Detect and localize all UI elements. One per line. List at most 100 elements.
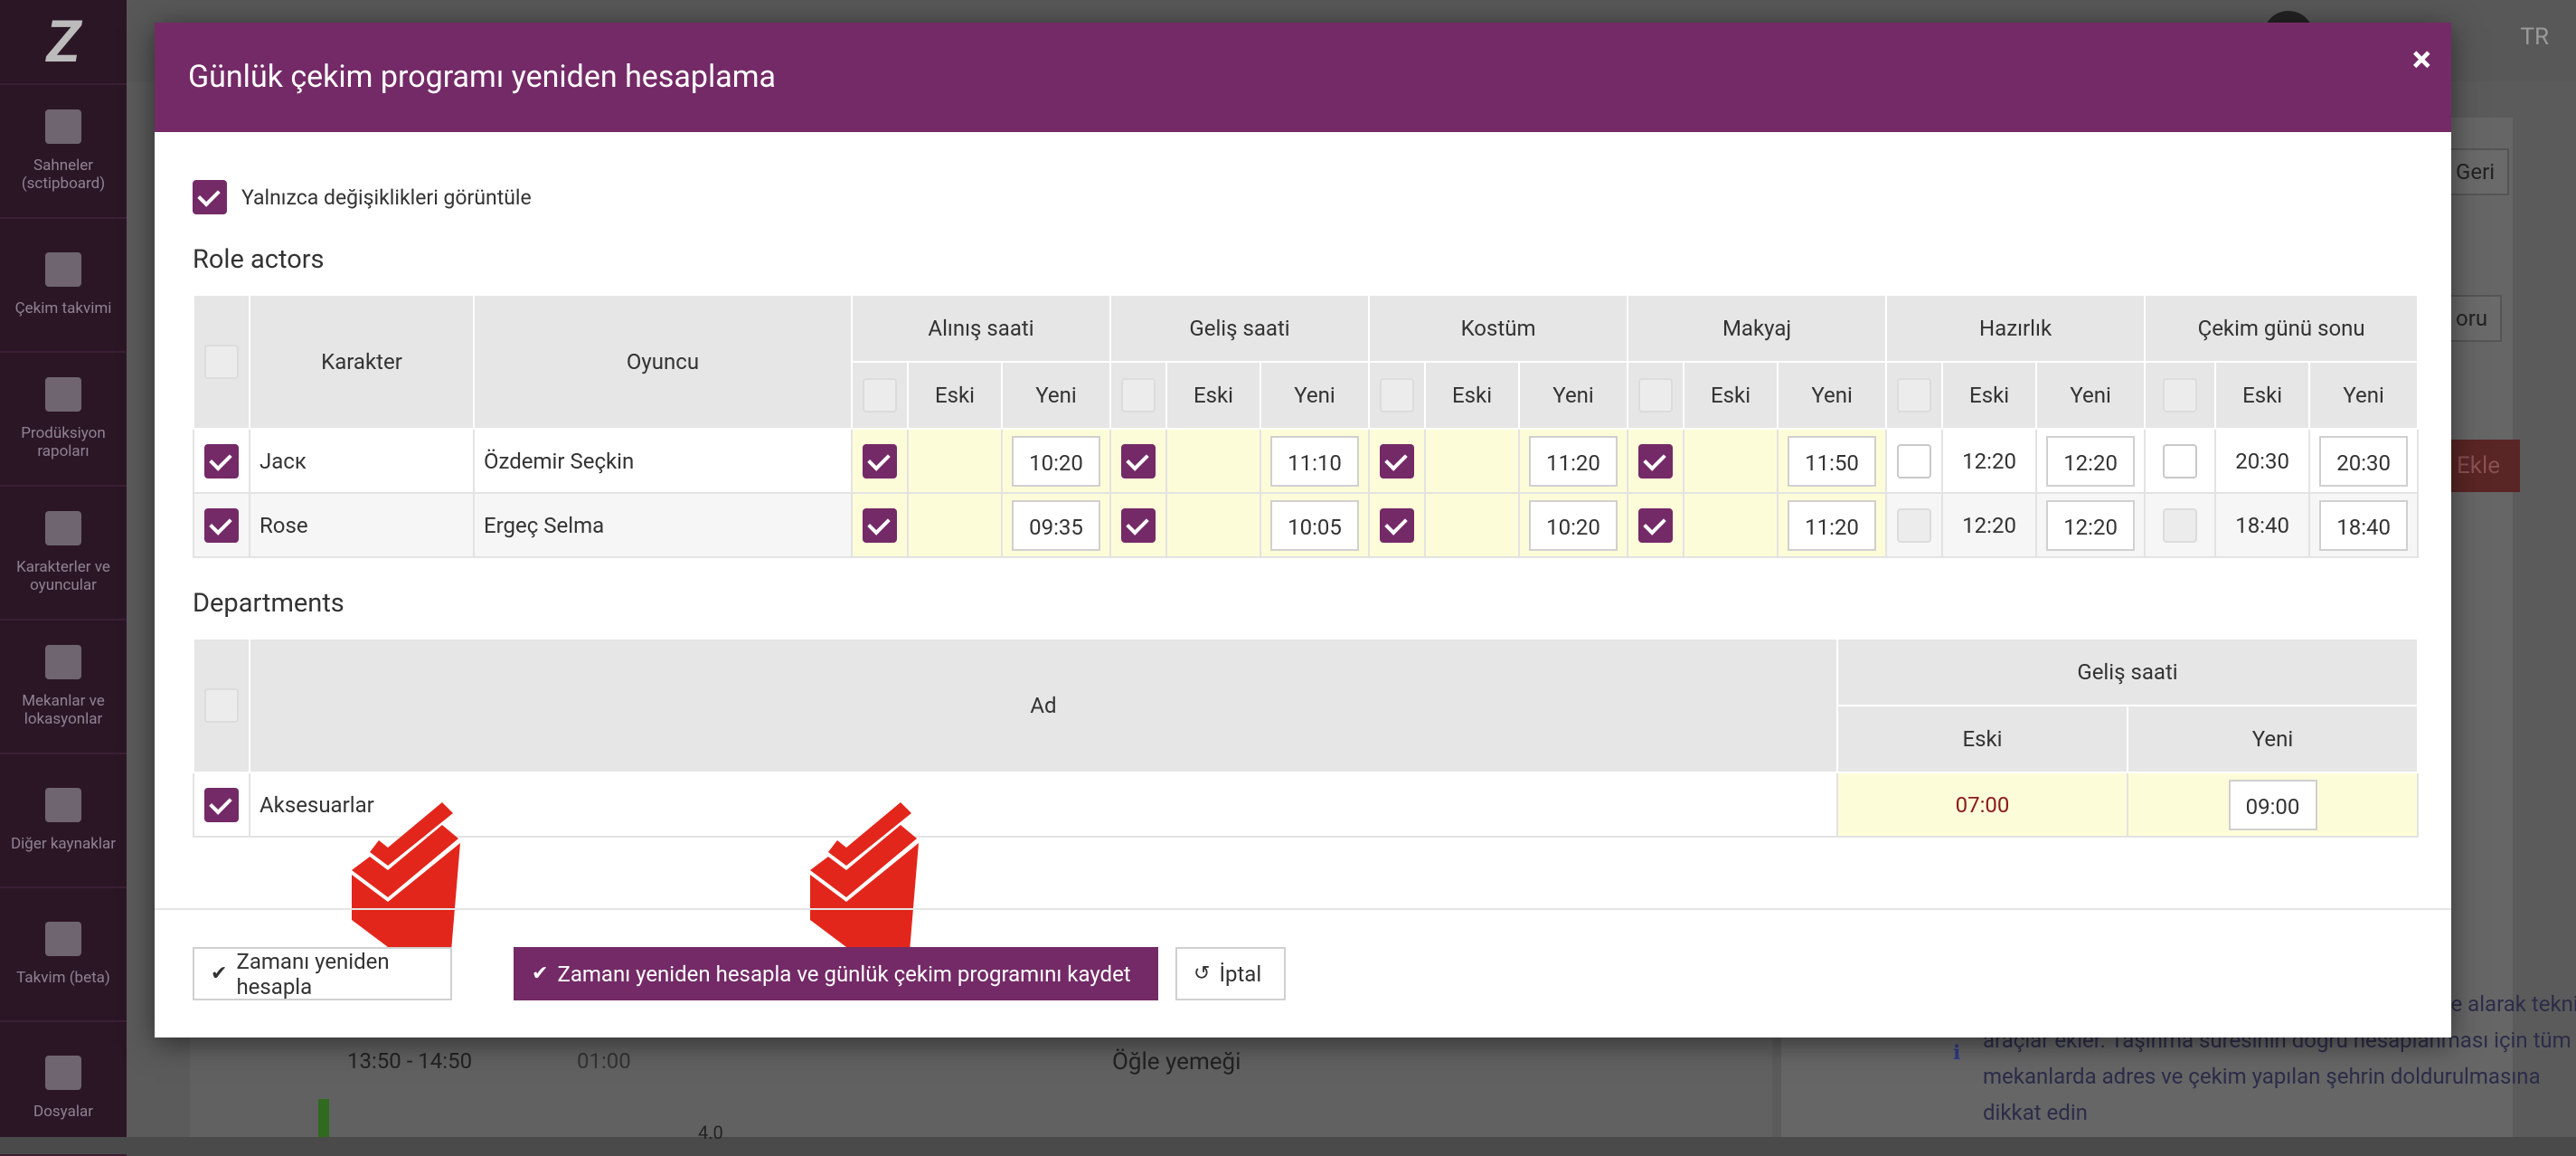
group-select-checkbox[interactable] [1638, 378, 1674, 412]
time-select-cell [1109, 428, 1167, 494]
modal-title: Günlük çekim programı yeniden hesaplama [188, 59, 777, 95]
column-header-old: Eski [907, 361, 1003, 430]
only-changes-option[interactable]: Yalnızca değişiklikleri görüntüle [193, 180, 532, 214]
group-header: Kostüm [1368, 294, 1629, 363]
column-header-character: Karakter [249, 294, 475, 430]
roles-section-title: Role actors [193, 244, 325, 275]
time-select-cell [2144, 492, 2217, 558]
time-select-checkbox[interactable] [1121, 507, 1156, 543]
group-select-checkbox[interactable] [2163, 378, 2198, 412]
time-select-checkbox[interactable] [863, 507, 897, 543]
group-select-cell [1885, 361, 1944, 430]
cancel-button[interactable]: ↺ İptal [1175, 947, 1286, 1000]
recalculate-and-save-button[interactable]: ✔ Zamanı yeniden hesapla ve günlük çekim… [514, 947, 1158, 1000]
new-time-cell: 10:20 [1518, 492, 1629, 558]
footer-divider [155, 908, 2451, 910]
language-switch[interactable]: TR [2520, 24, 2549, 51]
column-header-new: Yeni [2308, 361, 2420, 430]
group-select-checkbox[interactable] [1897, 378, 1932, 412]
sidebar-item-label: Karakterler ve oyuncular [16, 558, 110, 594]
dept-select-checkbox[interactable] [204, 787, 239, 822]
sidebar-item[interactable]: Sahneler (sctipboard) [0, 85, 127, 219]
sidebar-item-label: Diğer kaynaklar [10, 835, 116, 853]
old-time: 20:30 [2214, 428, 2311, 494]
new-time-input[interactable]: 11:50 [1788, 435, 1877, 487]
sidebar-item[interactable]: Prodüksiyon rapoları [0, 353, 127, 487]
sidebar-item[interactable]: Çekim takvimi [0, 219, 127, 353]
time-select-checkbox[interactable] [1121, 443, 1156, 479]
new-time-input[interactable]: 10:20 [1012, 435, 1100, 487]
time-select-checkbox[interactable] [1897, 443, 1932, 479]
group-select-cell [1627, 361, 1685, 430]
schedule-row-marker [318, 1099, 329, 1137]
sidebar-item[interactable]: Takvim (beta) [0, 888, 127, 1022]
new-time-input[interactable]: 12:20 [2046, 435, 2136, 487]
column-header-old: Eski [1165, 361, 1261, 430]
new-time-input[interactable]: 20:30 [2319, 435, 2409, 487]
sidebar-item[interactable]: Diğer kaynaklar [0, 754, 127, 888]
time-select-checkbox[interactable] [1638, 507, 1674, 543]
group-select-checkbox[interactable] [1380, 378, 1415, 412]
info-icon: ℹ [1953, 1042, 1961, 1065]
new-time-input[interactable]: 18:40 [2319, 499, 2409, 551]
time-select-checkbox[interactable] [1638, 443, 1674, 479]
recalculate-button[interactable]: ✔ Zamanı yeniden hesapla [193, 947, 452, 1000]
sidebar-item[interactable]: Karakterler ve oyuncular [0, 487, 127, 621]
row-select-checkbox[interactable] [204, 443, 239, 479]
time-select-checkbox[interactable] [1380, 443, 1415, 479]
group-select-cell [2144, 361, 2217, 430]
select-all-departments-checkbox[interactable] [204, 688, 239, 723]
new-time-input[interactable]: 11:20 [1788, 499, 1877, 551]
only-changes-checkbox[interactable] [193, 180, 227, 214]
new-time-cell: 11:20 [1777, 492, 1888, 558]
row-select-cell [193, 428, 250, 494]
calendar-icon [45, 252, 81, 287]
dept-new-cell: 09:00 [2127, 772, 2419, 838]
sidebar-item[interactable]: Dosyalar [0, 1022, 127, 1156]
new-time-cell: 11:20 [1518, 428, 1629, 494]
group-select-checkbox[interactable] [863, 378, 897, 412]
dept-select-cell [193, 772, 250, 838]
schedule-row-duration: 01:00 [577, 1048, 631, 1074]
dept-new-time-input[interactable]: 09:00 [2228, 779, 2317, 830]
time-select-checkbox [2163, 507, 2198, 543]
old-time [907, 428, 1003, 494]
back-button[interactable]: Geri [2441, 148, 2510, 195]
checkbox-icon [45, 377, 81, 412]
old-time [1424, 492, 1521, 558]
new-time-input[interactable]: 10:20 [1529, 499, 1618, 551]
new-time-input[interactable]: 10:05 [1270, 499, 1360, 551]
undo-icon: ↺ [1194, 962, 1211, 985]
time-select-checkbox[interactable] [2163, 443, 2198, 479]
select-all-roles-checkbox[interactable] [204, 345, 239, 379]
column-header-old: Eski [1836, 705, 2128, 773]
archive-icon [45, 788, 81, 822]
row-select-checkbox[interactable] [204, 507, 239, 543]
new-time-input[interactable]: 12:20 [2046, 499, 2136, 551]
recalculate-label: Zamanı yeniden hesapla [236, 948, 390, 1000]
new-time-input[interactable]: 11:20 [1529, 435, 1618, 487]
time-select-cell [1627, 492, 1685, 558]
sidebar-item-label: Mekanlar ve lokasyonlar [22, 692, 105, 728]
column-header-new: Yeni [1777, 361, 1888, 430]
new-time-input[interactable]: 09:35 [1012, 499, 1100, 551]
column-header-new: Yeni [1518, 361, 1629, 430]
time-select-cell [851, 492, 909, 558]
close-icon[interactable]: × [2412, 37, 2431, 82]
app-logo[interactable]: Z [0, 0, 127, 85]
table-row: Rose Ergeç Selma 09:35 10:05 10:20 11:20 12:20… [193, 492, 2420, 558]
table-row: Aksesuarlar 07:00 09:00 [193, 772, 2419, 838]
old-time [1424, 428, 1521, 494]
old-time [1683, 428, 1779, 494]
time-select-checkbox[interactable] [863, 443, 897, 479]
sidebar: Z Sahneler (sctipboard) Çekim takvimi Prod… [0, 0, 127, 1156]
sidebar-item[interactable]: Mekanlar ve lokasyonlar [0, 621, 127, 754]
old-time: 12:20 [1941, 428, 2038, 494]
group-select-cell [851, 361, 909, 430]
time-select-checkbox[interactable] [1380, 507, 1415, 543]
arrow-annotation-icon [352, 802, 460, 952]
column-header-new: Yeni [1259, 361, 1371, 430]
group-header: Hazırlık [1885, 294, 2147, 363]
group-select-checkbox[interactable] [1121, 378, 1156, 412]
new-time-input[interactable]: 11:10 [1270, 435, 1360, 487]
